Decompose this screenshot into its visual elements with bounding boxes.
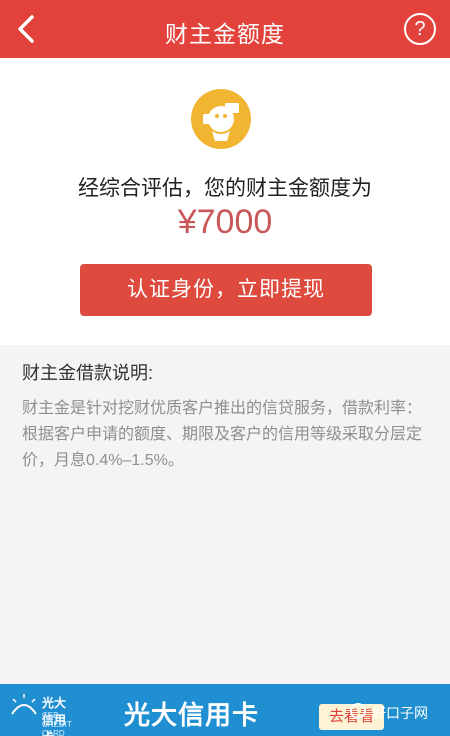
help-button[interactable]: ? [404, 13, 436, 45]
top-navbar: 财主金额度 ? [0, 0, 450, 58]
ad-title: 光大信用卡 [124, 700, 260, 730]
quota-card: 经综合评估，您的财主金额度为 ¥7000 认证身份，立即提现 [0, 58, 450, 345]
coins-badge-icon [191, 89, 251, 149]
description-title: 财主金借款说明: [22, 363, 154, 383]
watermark-icon [350, 703, 366, 719]
ad-brand-sub: CEB CREDIT CARD [42, 711, 72, 736]
quota-amount: ¥7000 [177, 203, 273, 241]
page-title: 财主金额度 [165, 21, 285, 47]
ad-brand-logo: 光大信用卡 CEB CREDIT CARD [10, 694, 76, 736]
evaluation-text: 经综合评估，您的财主金额度为 [78, 177, 372, 200]
sun-icon [11, 694, 37, 715]
verify-withdraw-button[interactable]: 认证身份，立即提现 [80, 264, 372, 316]
watermark-text: 好口子网 [372, 705, 428, 721]
description-body: 财主金是针对挖财优质客户推出的信贷服务，借款利率：根据客户申请的额度、期限及客户… [22, 400, 423, 469]
watermark: 好口子网 [350, 703, 438, 721]
